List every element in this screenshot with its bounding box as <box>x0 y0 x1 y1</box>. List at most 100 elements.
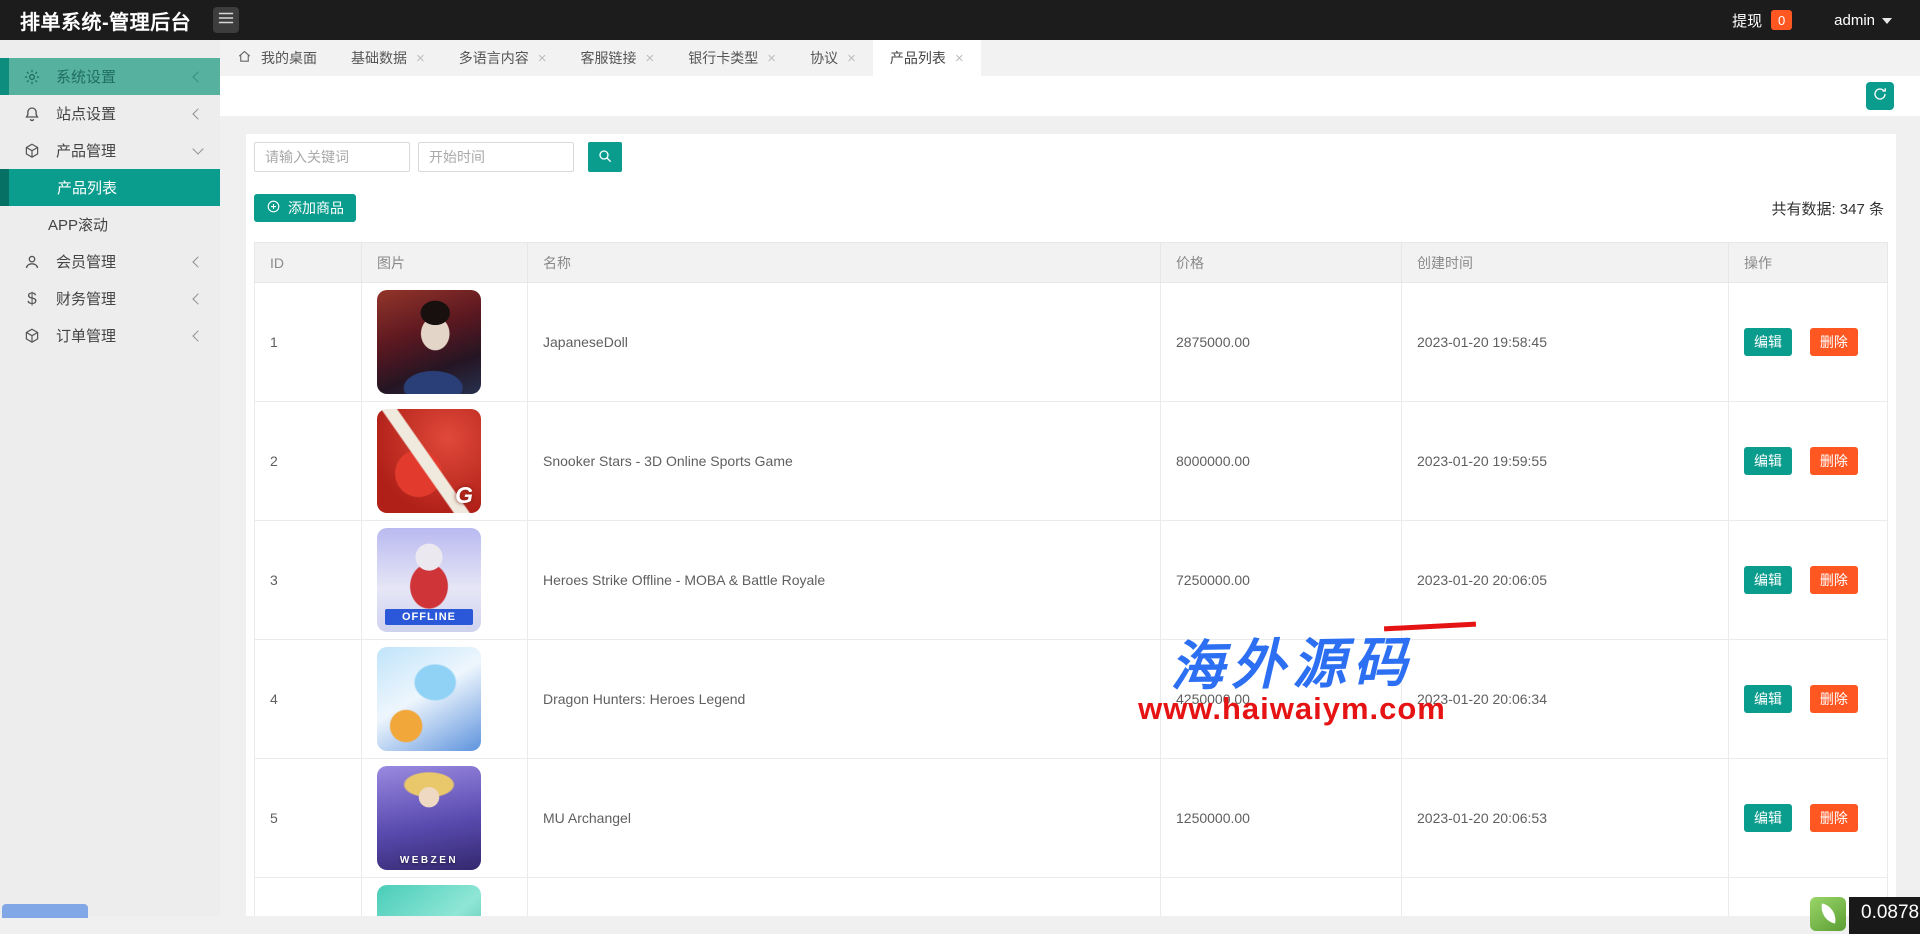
cube-icon <box>22 326 42 346</box>
edit-button[interactable]: 编辑 <box>1744 804 1792 832</box>
action-row: 添加商品 共有数据: 347 条 <box>254 194 1888 222</box>
cell-name: MU Archangel <box>528 759 1161 878</box>
cell-image: G <box>362 402 528 521</box>
tab-my-desktop[interactable]: 我的桌面 <box>220 40 334 76</box>
column-header-price: 价格 <box>1161 243 1402 283</box>
edit-button[interactable]: 编辑 <box>1744 447 1792 475</box>
sidebar-item-product-list[interactable]: 产品列表 <box>0 169 220 206</box>
app-icon-badge: OFFLINE <box>385 609 472 625</box>
withdraw-count-badge: 0 <box>1771 10 1792 30</box>
search-button[interactable] <box>588 142 622 172</box>
tab-multilanguage[interactable]: 多语言内容 × <box>442 40 564 76</box>
cell-created: 2023-01-20 20:06:05 <box>1402 521 1729 640</box>
snooker-stars-app-icon: G <box>377 409 481 513</box>
mu-archangel-app-icon: WEBZEN <box>377 766 481 870</box>
withdraw-link[interactable]: 提现 0 <box>1732 10 1792 31</box>
edit-button[interactable]: 编辑 <box>1744 566 1792 594</box>
user-menu[interactable]: admin <box>1834 12 1892 29</box>
sidebar-item-site-settings[interactable]: 站点设置 <box>0 95 220 132</box>
delete-button[interactable]: 删除 <box>1810 328 1858 356</box>
sidebar-item-product-management[interactable]: 产品管理 <box>0 132 220 169</box>
delete-button[interactable]: 删除 <box>1810 566 1858 594</box>
sidebar-item-finance-management[interactable]: $ 财务管理 <box>0 280 220 317</box>
tab-service-links[interactable]: 客服链接 × <box>564 40 672 76</box>
table-row <box>255 878 1888 917</box>
table-header-row: ID 图片 名称 价格 创建时间 操作 <box>255 243 1888 283</box>
dollar-icon: $ <box>22 289 42 309</box>
delete-button[interactable]: 删除 <box>1810 685 1858 713</box>
chevron-left-icon <box>192 256 203 267</box>
table-row: 2 G Snooker Stars - 3D Online Sports Gam… <box>255 402 1888 521</box>
main-layout: 系统设置 站点设置 产品管理 产品列表 APP滚动 会员管理 <box>0 40 1920 916</box>
cell-actions: 编辑 删除 <box>1729 521 1888 640</box>
tab-product-list[interactable]: 产品列表 × <box>873 40 981 76</box>
tab-basic-data[interactable]: 基础数据 × <box>334 40 442 76</box>
chevron-left-icon <box>192 330 203 341</box>
partial-teal-app-icon <box>377 885 481 916</box>
delete-button[interactable]: 删除 <box>1810 804 1858 832</box>
heroes-strike-app-icon: OFFLINE <box>377 528 481 632</box>
tab-agreement[interactable]: 协议 × <box>793 40 873 76</box>
cell-created: 2023-01-20 19:58:45 <box>1402 283 1729 402</box>
close-icon[interactable]: × <box>646 51 655 66</box>
hamburger-button[interactable] <box>213 7 239 33</box>
username: admin <box>1834 12 1875 29</box>
app-icon-badge: G <box>455 482 473 509</box>
sidebar-item-order-management[interactable]: 订单管理 <box>0 317 220 354</box>
chevron-down-icon <box>1882 18 1892 24</box>
sidebar: 系统设置 站点设置 产品管理 产品列表 APP滚动 会员管理 <box>0 40 220 916</box>
column-header-image: 图片 <box>362 243 528 283</box>
tab-bar: 我的桌面 基础数据 × 多语言内容 × 客服链接 × 银行卡类型 × 协议 × <box>220 40 1920 76</box>
sidebar-item-system-settings[interactable]: 系统设置 <box>0 58 220 95</box>
cell-name: JapaneseDoll <box>528 283 1161 402</box>
app-icon-badge: WEBZEN <box>377 855 481 866</box>
tab-label: 客服链接 <box>581 48 637 68</box>
cell-actions: 编辑 删除 <box>1729 640 1888 759</box>
tab-bank-card-types[interactable]: 银行卡类型 × <box>671 40 793 76</box>
sidebar-item-app-scroll[interactable]: APP滚动 <box>0 206 220 243</box>
person-icon <box>22 252 42 272</box>
sidebar-item-label: APP滚动 <box>48 214 108 235</box>
cell-created <box>1402 878 1729 917</box>
close-icon[interactable]: × <box>416 51 425 66</box>
start-time-input[interactable] <box>418 142 574 172</box>
delete-button[interactable]: 删除 <box>1810 447 1858 475</box>
cell-created: 2023-01-20 19:59:55 <box>1402 402 1729 521</box>
column-header-actions: 操作 <box>1729 243 1888 283</box>
sidebar-item-label: 产品管理 <box>56 140 116 161</box>
chevron-left-icon <box>192 293 203 304</box>
cell-id <box>255 878 362 917</box>
cell-id: 5 <box>255 759 362 878</box>
cell-id: 4 <box>255 640 362 759</box>
close-icon[interactable]: × <box>767 51 776 66</box>
close-icon[interactable]: × <box>847 51 856 66</box>
japanese-doll-app-icon <box>377 290 481 394</box>
column-header-name: 名称 <box>528 243 1161 283</box>
chevron-down-icon <box>192 143 203 154</box>
leaf-icon <box>1810 897 1846 931</box>
close-icon[interactable]: × <box>955 51 964 66</box>
edit-button[interactable]: 编辑 <box>1744 328 1792 356</box>
tab-label: 多语言内容 <box>459 48 529 68</box>
table-row: 4 Dragon Hunters: Heroes Legend 4250000.… <box>255 640 1888 759</box>
refresh-button[interactable] <box>1866 82 1894 110</box>
dragon-hunters-app-icon <box>377 647 481 751</box>
table-row: 5 WEBZEN MU Archangel 1250000.00 2023-01… <box>255 759 1888 878</box>
sidebar-item-label: 站点设置 <box>56 103 116 124</box>
cell-actions: 编辑 删除 <box>1729 283 1888 402</box>
tab-label: 基础数据 <box>351 48 407 68</box>
close-icon[interactable]: × <box>538 51 547 66</box>
edit-button[interactable]: 编辑 <box>1744 685 1792 713</box>
sidebar-item-member-management[interactable]: 会员管理 <box>0 243 220 280</box>
tab-label: 协议 <box>810 48 838 68</box>
add-product-button[interactable]: 添加商品 <box>254 194 356 222</box>
refresh-toolbar <box>220 76 1920 116</box>
add-product-label: 添加商品 <box>288 198 344 218</box>
cell-name: Snooker Stars - 3D Online Sports Game <box>528 402 1161 521</box>
cell-name <box>528 878 1161 917</box>
cell-image <box>362 640 528 759</box>
cell-id: 2 <box>255 402 362 521</box>
keyword-input[interactable] <box>254 142 410 172</box>
chevron-left-icon <box>192 108 203 119</box>
filter-row <box>254 142 1888 172</box>
